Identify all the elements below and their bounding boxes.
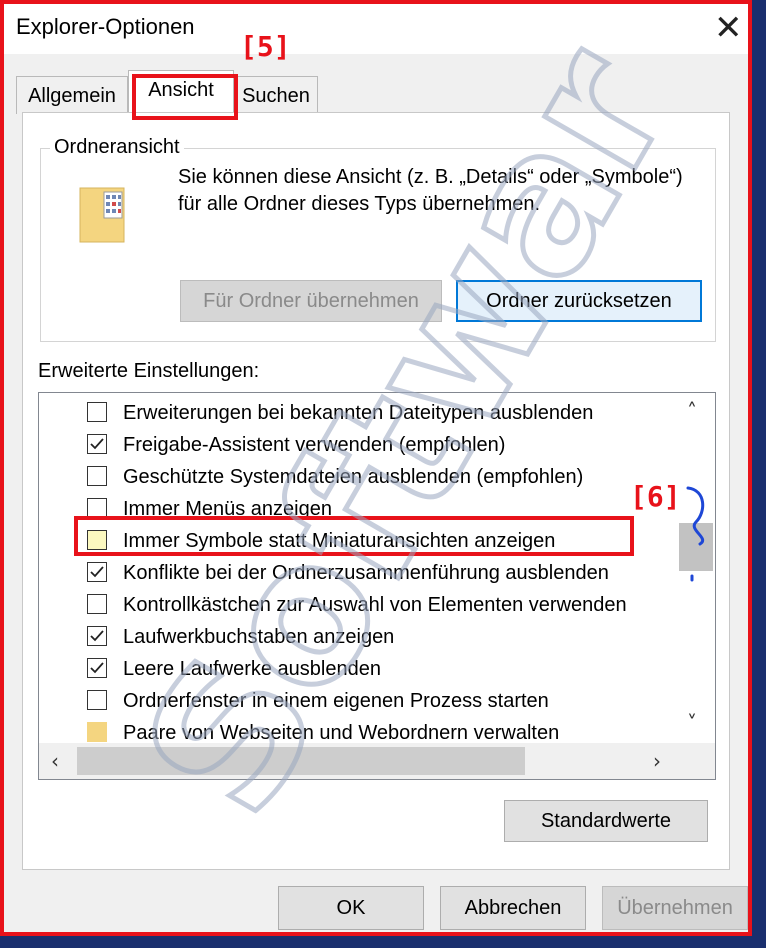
title-bar: Explorer-Optionen ✕ (4, 4, 748, 54)
step5-annotation-box (132, 74, 238, 120)
list-item-label: Geschützte Systemdateien ausblenden (emp… (123, 466, 584, 488)
restore-defaults-button[interactable]: Standardwerte (504, 800, 708, 842)
scroll-down-icon[interactable]: ˅ (687, 711, 697, 735)
advanced-settings-list[interactable]: Erweiterungen bei bekannten Dateitypen a… (38, 392, 716, 780)
step5-annotation-label: [5] (240, 30, 291, 63)
list-item-label: Leere Laufwerke ausblenden (123, 658, 381, 680)
list-item-label: Laufwerkbuchstaben anzeigen (123, 626, 395, 648)
close-icon[interactable]: ✕ (714, 8, 743, 48)
checkbox-checked[interactable] (87, 658, 107, 678)
step6-annotation-label: [6] (630, 480, 681, 513)
scroll-right-icon[interactable]: › (653, 749, 661, 773)
apply-to-folders-button[interactable]: Für Ordner übernehmen (180, 280, 442, 322)
checkbox-checked[interactable] (87, 434, 107, 454)
horizontal-scrollbar[interactable]: ‹ › (39, 743, 715, 779)
folder-icon (79, 187, 125, 243)
scroll-up-icon[interactable]: ˄ (687, 399, 697, 423)
tab-suchen[interactable]: Suchen (234, 76, 318, 114)
checkbox[interactable] (87, 466, 107, 486)
advanced-settings-label: Erweiterte Einstellungen: (38, 360, 260, 382)
horizontal-scroll-thumb[interactable] (77, 747, 525, 775)
tab-allgemein[interactable]: Allgemein (16, 76, 128, 114)
checkbox[interactable] (87, 594, 107, 614)
apply-button[interactable]: Übernehmen (602, 886, 748, 930)
explorer-options-dialog: Explorer-Optionen ✕ Allgemein Ansicht Su… (0, 0, 752, 936)
reset-folders-button[interactable]: Ordner zurücksetzen (456, 280, 702, 322)
cancel-button[interactable]: Abbrechen (440, 886, 586, 930)
list-item-label: Konflikte bei der Ordnerzusammenführung … (123, 562, 609, 584)
list-item-label: Ordnerfenster in einem eigenen Prozess s… (123, 690, 549, 712)
scroll-left-icon[interactable]: ‹ (51, 749, 59, 773)
checkbox[interactable] (87, 690, 107, 710)
checkbox-checked[interactable] (87, 562, 107, 582)
ok-button[interactable]: OK (278, 886, 424, 930)
checkbox[interactable] (87, 498, 107, 518)
step6-annotation-box (74, 516, 634, 556)
folder-view-group-label: Ordneransicht (50, 136, 184, 159)
bracket-annotation-icon (686, 486, 705, 582)
checkbox[interactable] (87, 402, 107, 422)
list-item-label: Erweiterungen bei bekannten Dateitypen a… (123, 402, 594, 424)
folder-small-icon (87, 722, 107, 742)
folder-view-description: Sie können diese Ansicht (z. B. „Details… (178, 166, 683, 215)
list-item-label: Freigabe-Assistent verwenden (empfohlen) (123, 434, 506, 456)
window-title: Explorer-Optionen (16, 14, 195, 39)
checkbox-checked[interactable] (87, 626, 107, 646)
list-item-label: Kontrollkästchen zur Auswahl von Element… (123, 594, 627, 616)
